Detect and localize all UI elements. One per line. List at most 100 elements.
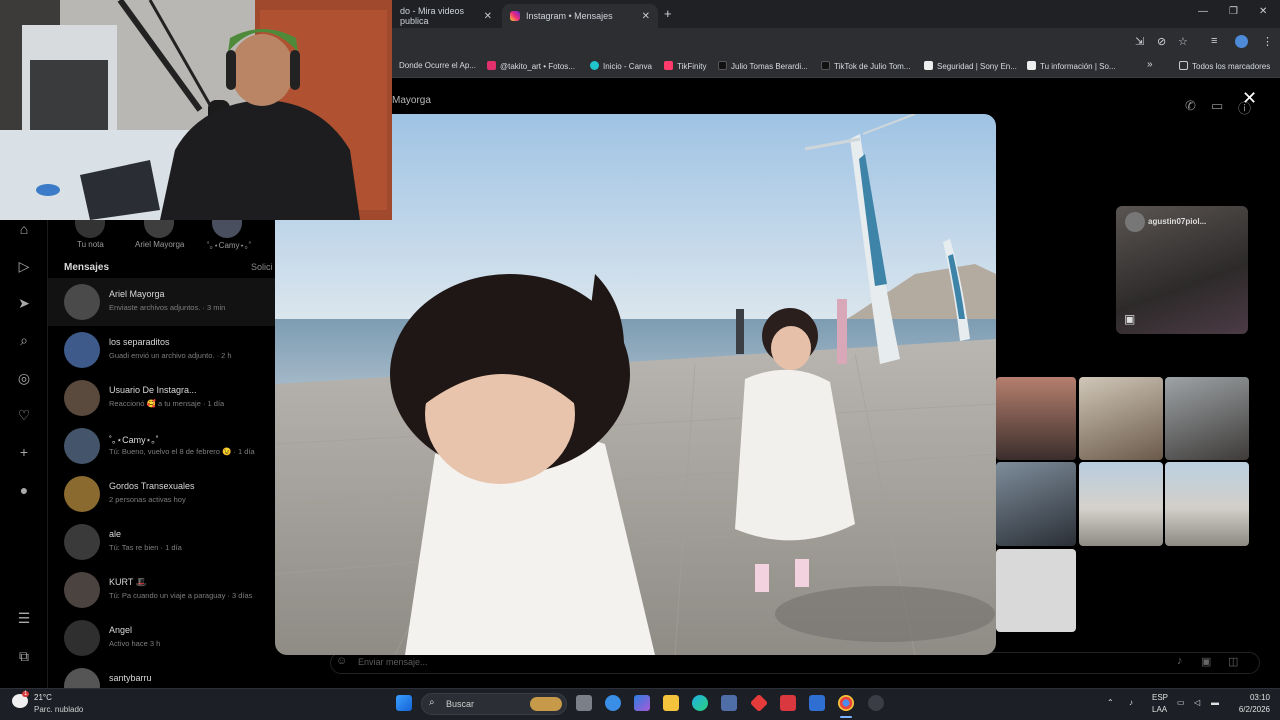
bookmark-star-icon[interactable]: ☆ xyxy=(1178,35,1188,48)
bookmark-item[interactable]: @takito_art • Fotos... xyxy=(487,61,575,71)
media-thumbnail[interactable] xyxy=(1165,462,1249,546)
store-icon[interactable] xyxy=(721,695,737,711)
home-icon[interactable]: ⌂ xyxy=(16,221,32,237)
tray-overflow-icon[interactable]: ⌃ xyxy=(1107,698,1114,707)
sony-icon xyxy=(924,61,933,70)
avatar xyxy=(64,620,100,656)
minimize-button[interactable]: — xyxy=(1198,6,1208,17)
microphone-icon[interactable]: ♪ xyxy=(1177,655,1183,667)
widgets-icon[interactable] xyxy=(605,695,621,711)
conversation-preview: Activo hace 3 h xyxy=(109,639,161,648)
file-explorer-icon[interactable] xyxy=(663,695,679,711)
bookmark-item[interactable]: TikFinity xyxy=(664,61,706,71)
battery-icon[interactable]: ▬ xyxy=(1211,698,1219,707)
avatar xyxy=(64,428,100,464)
reel-avatar xyxy=(1125,212,1145,232)
profile-icon[interactable]: ● xyxy=(16,482,32,498)
menu-dots-icon[interactable]: ⋮ xyxy=(1262,35,1273,48)
chrome-icon[interactable] xyxy=(838,695,854,711)
bookmark-item[interactable]: Julio Tomas Berardi... xyxy=(718,61,808,71)
volume-icon[interactable]: ◁ xyxy=(1194,698,1200,707)
start-windows-icon[interactable] xyxy=(396,695,412,711)
reels-icon[interactable]: ▷ xyxy=(16,258,32,275)
explore-icon[interactable]: ◎ xyxy=(16,370,32,387)
messages-heading: Mensajes xyxy=(64,262,110,273)
conversation-name: ale xyxy=(109,529,122,539)
conversation-name: los separaditos xyxy=(109,337,170,347)
close-window-button[interactable]: ✕ xyxy=(1259,6,1267,17)
bookmark-item[interactable]: Seguridad | Sony En... xyxy=(924,61,1017,71)
direct-icon[interactable]: ➤ xyxy=(16,295,32,312)
bookmark-item[interactable]: Donde Ocurre el Ap... xyxy=(399,61,476,70)
more-bookmarks-icon[interactable]: » xyxy=(1147,59,1153,70)
bookmark-item[interactable]: Inicio - Canva xyxy=(590,61,652,71)
microphone-icon[interactable]: ♪ xyxy=(1129,698,1133,707)
conversation-item[interactable]: Angel Activo hace 3 h xyxy=(48,614,276,662)
network-icon[interactable]: ▭ xyxy=(1177,698,1185,707)
media-thumbnail[interactable] xyxy=(996,377,1076,460)
reading-list-icon[interactable]: ≡ xyxy=(1211,35,1217,47)
all-bookmarks-button[interactable]: Todos los marcadores xyxy=(1179,61,1270,71)
heart-icon[interactable]: ♡ xyxy=(16,407,32,424)
webcam-feed xyxy=(0,0,392,220)
language-indicator[interactable]: ESP xyxy=(1152,693,1168,702)
antivirus-icon[interactable] xyxy=(780,695,796,711)
message-input[interactable]: Enviar mensaje... xyxy=(358,657,428,667)
bookmark-item[interactable]: Tu información | So... xyxy=(1027,61,1116,71)
sony-icon xyxy=(1027,61,1036,70)
media-thumbnail[interactable] xyxy=(996,549,1076,632)
media-thumbnail[interactable] xyxy=(1079,377,1163,460)
restore-button[interactable]: ❐ xyxy=(1229,6,1238,17)
threads-icon[interactable]: ⧉ xyxy=(16,648,32,665)
profile-avatar[interactable] xyxy=(1235,35,1248,48)
message-composer[interactable] xyxy=(330,652,1260,674)
media-thumbnail[interactable] xyxy=(996,462,1076,546)
conversation-name: Ariel Mayorga xyxy=(109,289,165,299)
avatar xyxy=(64,476,100,512)
create-icon[interactable]: + xyxy=(16,444,32,460)
tab-close-icon[interactable]: ✕ xyxy=(642,11,650,22)
image-icon[interactable]: ▣ xyxy=(1201,655,1211,668)
task-view-icon[interactable] xyxy=(576,695,592,711)
conversation-item[interactable]: los separaditos Guadi envió un archivo a… xyxy=(48,326,276,374)
menu-icon[interactable]: ☰ xyxy=(16,610,32,627)
note-label: Ariel Mayorga xyxy=(135,240,185,249)
tab-instagram[interactable]: Instagram • Mensajes ✕ xyxy=(502,4,658,28)
avatar xyxy=(64,668,100,688)
conversation-item[interactable]: Usuario De Instagra... Reaccionó 🥰 a tu … xyxy=(48,374,276,422)
phone-icon[interactable]: ✆ xyxy=(1185,98,1196,114)
conversation-item[interactable]: santybarru xyxy=(48,662,276,688)
conversation-preview: Tú: Tas re bien · 1 día xyxy=(109,543,182,552)
conversation-item[interactable]: ale Tú: Tas re bien · 1 día xyxy=(48,518,276,566)
install-app-icon[interactable]: ⇲ xyxy=(1135,35,1144,48)
clock-date: 6/2/2026 xyxy=(1238,705,1270,714)
conversation-item[interactable]: Ariel Mayorga Enviaste archivos adjuntos… xyxy=(48,278,276,326)
media-thumbnail[interactable] xyxy=(1079,462,1163,546)
conversation-preview: Enviaste archivos adjuntos. · 3 min xyxy=(109,303,226,312)
tiktok-icon xyxy=(718,61,727,70)
search-highlight-image xyxy=(530,697,562,711)
copilot-icon[interactable] xyxy=(634,695,650,711)
clock-time[interactable]: 03:10 xyxy=(1232,693,1270,702)
tab-label: Instagram • Mensajes xyxy=(526,11,613,21)
video-call-icon[interactable]: ▭ xyxy=(1211,98,1223,114)
bookmark-item[interactable]: TikTok de Julio Tom... xyxy=(821,61,910,71)
hide-eye-icon[interactable]: ⊘ xyxy=(1157,35,1166,48)
sticker-icon[interactable]: ◫ xyxy=(1228,655,1238,668)
settings-icon[interactable] xyxy=(868,695,884,711)
close-viewer-button[interactable]: ✕ xyxy=(1242,88,1257,109)
tikfinity-icon xyxy=(664,61,673,70)
search-icon[interactable]: ⌕ xyxy=(16,332,32,349)
edge-icon[interactable] xyxy=(692,695,708,711)
tab-tiktok[interactable]: do - Mira videos publica ✕ xyxy=(392,4,500,28)
media-thumbnail[interactable] xyxy=(1165,377,1249,460)
emoji-icon[interactable]: ☺ xyxy=(336,655,347,667)
outlook-icon[interactable] xyxy=(809,695,825,711)
new-tab-button[interactable]: + xyxy=(664,6,672,21)
conversation-item[interactable]: Gordos Transexuales 2 personas activas h… xyxy=(48,470,276,518)
requests-link[interactable]: Solici xyxy=(251,262,273,272)
tab-close-icon[interactable]: ✕ xyxy=(484,11,492,22)
conversation-preview: Tú: Bueno, vuelvo el 8 de febrero 😉 · 1 … xyxy=(109,447,255,456)
conversation-item[interactable]: ˚｡⋆Camy⋆｡˚ Tú: Bueno, vuelvo el 8 de feb… xyxy=(48,422,276,470)
conversation-item[interactable]: KURT 🎩 Tú: Pa cuando un viaje a paraguay… xyxy=(48,566,276,614)
